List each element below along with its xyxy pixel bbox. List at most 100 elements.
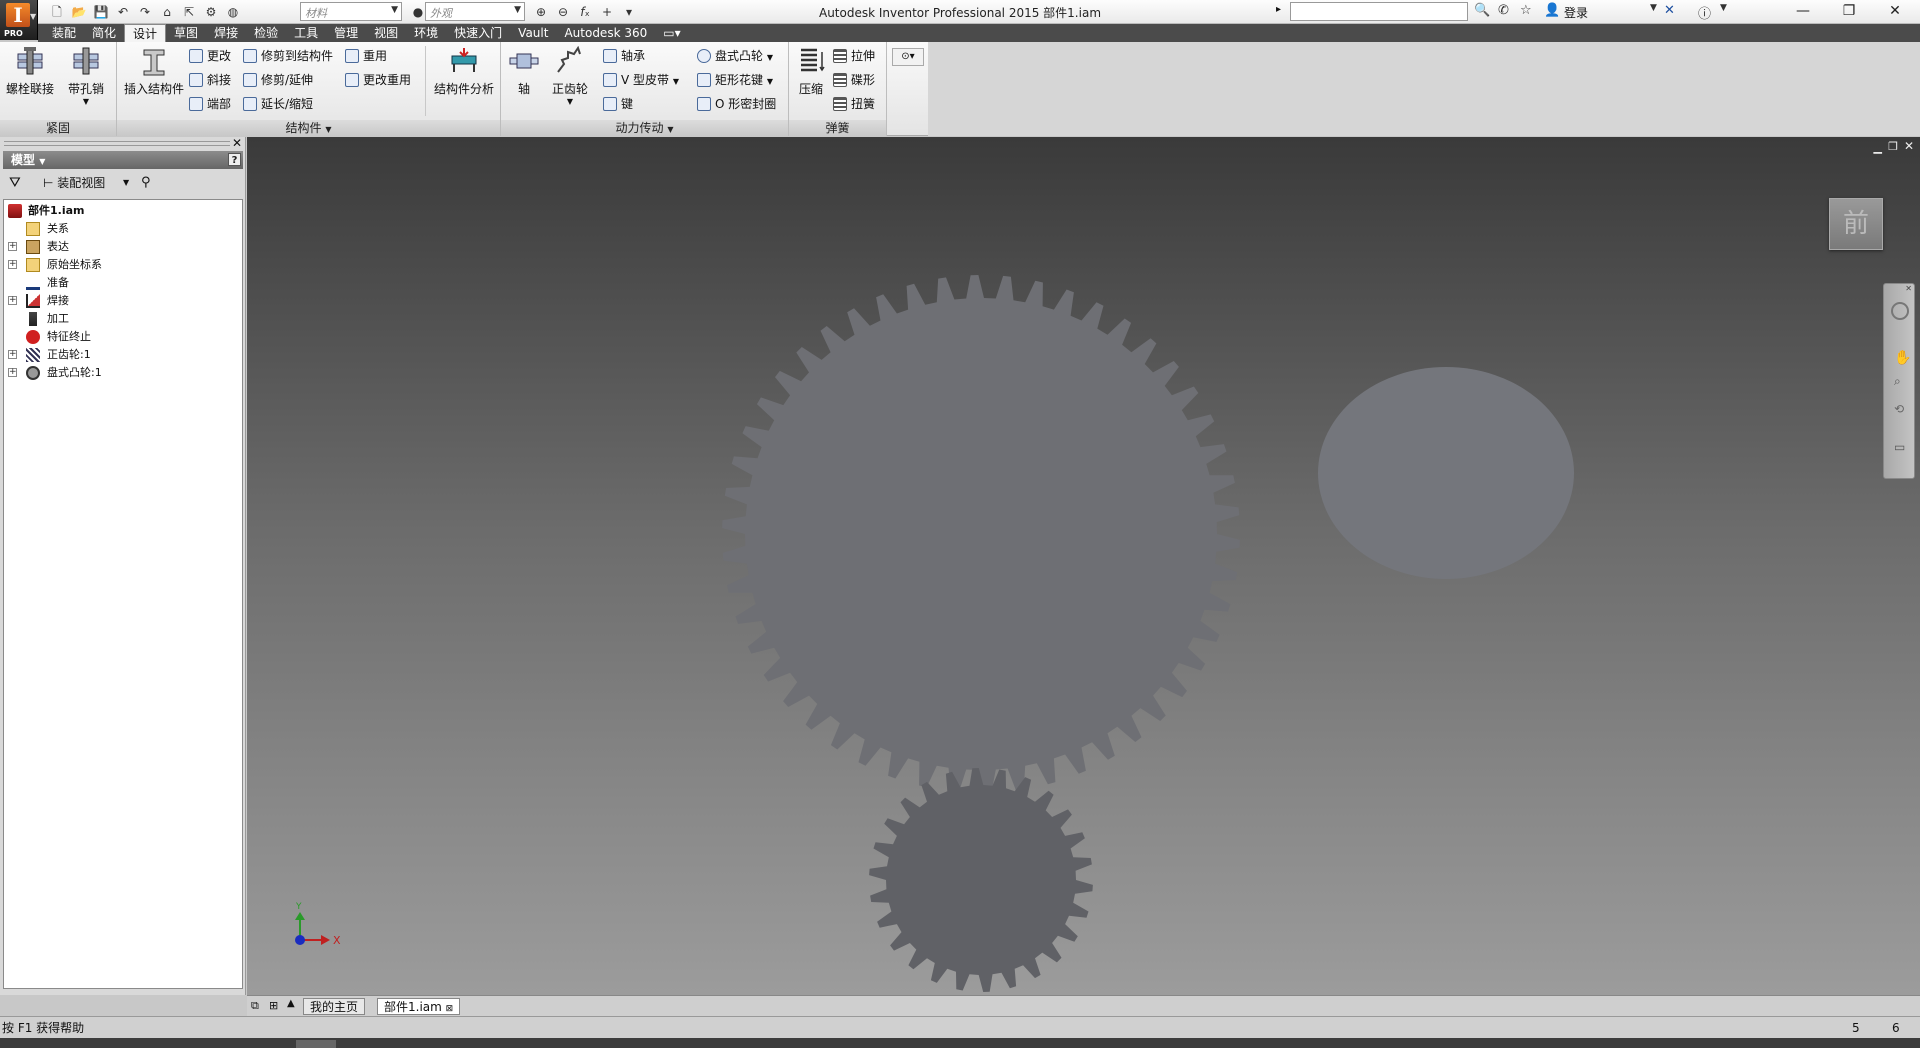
- browser-grip[interactable]: [4, 141, 230, 146]
- small-spur-gear[interactable]: [869, 768, 1093, 992]
- communication-center-icon[interactable]: ✆: [1498, 3, 1509, 18]
- tab-my-home[interactable]: 我的主页: [303, 998, 366, 1015]
- vbelts-button[interactable]: V 型皮带 ▼: [603, 70, 679, 90]
- tab-weld[interactable]: 焊接: [206, 24, 246, 42]
- change-reuse-button[interactable]: 更改重用: [345, 70, 411, 90]
- appearance-color-icon[interactable]: ●: [410, 4, 426, 20]
- insert-frame-button[interactable]: 插入结构件: [121, 46, 187, 97]
- trim-to-frame-button[interactable]: 修剪到结构件: [243, 46, 333, 66]
- return-icon[interactable]: ⇱: [181, 4, 197, 20]
- adjust-icon[interactable]: ⊕: [533, 4, 549, 20]
- clear-icon[interactable]: ⊖: [555, 4, 571, 20]
- graphics-viewport[interactable]: X Y ▁ ❐ ✕ 前 ✕ ✋ ⌕ ⟲ ▭: [247, 137, 1920, 995]
- save-icon[interactable]: 💾: [93, 4, 109, 20]
- restore-button[interactable]: ❐: [1826, 0, 1872, 24]
- tab-design[interactable]: 设计: [124, 24, 167, 42]
- find-binoculars-icon[interactable]: ⚲: [141, 172, 151, 194]
- compression-spring-button[interactable]: 压缩: [791, 46, 831, 97]
- trim-extend-button[interactable]: 修剪/延伸: [243, 70, 313, 90]
- chevron-down-icon[interactable]: ▼: [123, 172, 129, 194]
- scrollbar-thumb[interactable]: [296, 1040, 336, 1048]
- home-icon[interactable]: ⌂: [159, 4, 175, 20]
- redo-icon[interactable]: ↷: [137, 4, 153, 20]
- tree-node[interactable]: 加工: [4, 310, 242, 328]
- expand-icon[interactable]: +: [8, 296, 17, 305]
- bearing-button[interactable]: 轴承: [603, 46, 645, 66]
- expand-icon[interactable]: +: [8, 242, 17, 251]
- shaft-button[interactable]: 轴: [505, 46, 543, 97]
- clevis-pin-button[interactable]: 带孔销 ▼: [62, 46, 110, 106]
- tab-view[interactable]: 视图: [366, 24, 406, 42]
- filter-icon[interactable]: ⛛: [9, 172, 21, 194]
- frame-analysis-button[interactable]: 结构件分析: [431, 46, 497, 97]
- tree-node[interactable]: + 原始坐标系: [4, 256, 242, 274]
- favorites-star-icon[interactable]: ☆: [1520, 3, 1532, 18]
- tree-node[interactable]: 关系: [4, 220, 242, 238]
- expand-icon[interactable]: +: [8, 368, 17, 377]
- tab-vault[interactable]: Vault: [510, 24, 556, 42]
- undo-icon[interactable]: ↶: [115, 4, 131, 20]
- exchange-apps-icon[interactable]: ✕: [1664, 3, 1675, 18]
- update-icon[interactable]: ⚙: [203, 4, 219, 20]
- tree-node[interactable]: 部件1.iam: [4, 202, 242, 220]
- panel-frame-label[interactable]: 结构件 ▼: [117, 120, 500, 136]
- tab-simplify[interactable]: 简化: [84, 24, 124, 42]
- change-frame-button[interactable]: 更改: [189, 46, 231, 66]
- help-icon[interactable]: ⓘ: [1698, 3, 1711, 22]
- viewport-minimize-icon[interactable]: ▁: [1874, 141, 1882, 154]
- plus-icon[interactable]: +: [599, 4, 615, 20]
- tab-document[interactable]: 部件1.iam ⊠: [377, 998, 461, 1015]
- open-file-icon[interactable]: 📂: [71, 4, 87, 20]
- extension-spring-button[interactable]: 拉伸: [833, 46, 875, 66]
- ribbon-display-toggle[interactable]: ▭▾: [655, 24, 688, 42]
- application-menu-button[interactable]: I PRO ▼: [0, 0, 38, 40]
- tile-icon[interactable]: ⊞: [269, 999, 278, 1012]
- appearance-combo[interactable]: 外观 ▼: [425, 2, 525, 21]
- tab-inspect[interactable]: 检验: [246, 24, 286, 42]
- chevron-down-icon[interactable]: ▼: [1650, 3, 1657, 13]
- key-button[interactable]: 键: [603, 94, 633, 114]
- globe-icon[interactable]: ◍: [225, 4, 241, 20]
- miter-button[interactable]: 斜接: [189, 70, 231, 90]
- material-combo[interactable]: 材料 ▼: [300, 2, 402, 21]
- tab-assemble[interactable]: 装配: [44, 24, 84, 42]
- help-search-input[interactable]: [1290, 2, 1468, 21]
- panel-power-transmission-label[interactable]: 动力传动 ▼: [501, 120, 788, 136]
- close-icon[interactable]: ✕: [232, 136, 242, 150]
- viewcube[interactable]: 前: [1829, 198, 1883, 250]
- viewport-close-icon[interactable]: ✕: [1904, 139, 1914, 153]
- spur-gear-button[interactable]: 正齿轮 ▼: [547, 46, 593, 106]
- tab-tools[interactable]: 工具: [286, 24, 326, 42]
- cascade-icon[interactable]: ⧉: [251, 999, 259, 1013]
- bolted-connection-button[interactable]: 螺栓联接: [4, 46, 56, 97]
- tab-manage[interactable]: 管理: [326, 24, 366, 42]
- pan-icon[interactable]: ✋: [1894, 350, 1911, 366]
- sign-in-link[interactable]: 登录: [1564, 4, 1588, 21]
- reuse-button[interactable]: 重用: [345, 46, 387, 66]
- zoom-icon[interactable]: ⌕: [1894, 374, 1901, 389]
- help-icon[interactable]: ?: [228, 153, 241, 166]
- tree-node[interactable]: + 盘式凸轮:1: [4, 364, 242, 382]
- ribbon-overflow-button[interactable]: ⊙▾: [892, 48, 924, 66]
- parameters-icon[interactable]: fₓ: [577, 4, 593, 20]
- chevron-down-icon[interactable]: ▼: [1720, 3, 1727, 13]
- tab-sketch[interactable]: 草图: [166, 24, 206, 42]
- look-at-icon[interactable]: ▭: [1894, 440, 1905, 454]
- disc-cam[interactable]: [1318, 367, 1574, 579]
- tab-autodesk-360[interactable]: Autodesk 360: [556, 24, 655, 42]
- new-file-icon[interactable]: 🗋: [49, 4, 65, 20]
- tree-node[interactable]: 准备: [4, 274, 242, 292]
- tab-environments[interactable]: 环境: [406, 24, 446, 42]
- close-icon[interactable]: ⊠: [446, 1004, 454, 1014]
- browser-header[interactable]: 模型 ▼?: [3, 151, 243, 169]
- lengthen-shorten-button[interactable]: 延长/缩短: [243, 94, 313, 114]
- binoculars-icon[interactable]: 🔍: [1474, 3, 1490, 18]
- close-button[interactable]: ✕: [1872, 0, 1918, 24]
- steering-wheel-icon[interactable]: [1891, 302, 1909, 320]
- end-cap-button[interactable]: 端部: [189, 94, 231, 114]
- expand-icon[interactable]: +: [8, 350, 17, 359]
- viewport-restore-icon[interactable]: ❐: [1888, 140, 1898, 153]
- torsion-spring-button[interactable]: 扭簧: [833, 94, 875, 114]
- tree-node[interactable]: + 表达: [4, 238, 242, 256]
- search-expand-icon[interactable]: ▸: [1276, 4, 1281, 15]
